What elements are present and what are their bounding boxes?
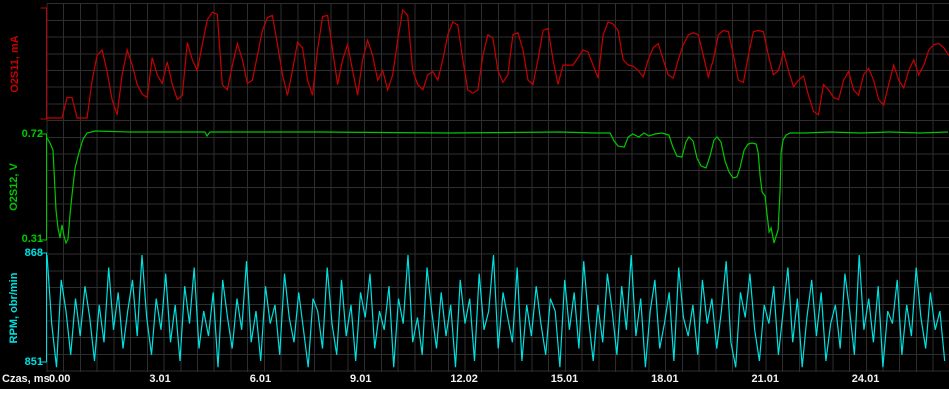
ytick-rpm-min: 851: [0, 356, 43, 368]
x-tick-label: 21.01: [751, 373, 779, 385]
x-tick-label: 24.01: [852, 373, 880, 385]
scope-window: { "window": { "background": "#000000", "…: [0, 0, 949, 400]
series-o2s11: [41, 8, 949, 119]
x-axis-title: Czas, ms: [2, 373, 50, 385]
footer-strip: [0, 389, 949, 400]
x-tick-label: 3.01: [149, 373, 170, 385]
series-rpm: [41, 253, 945, 367]
plot-canvas[interactable]: [0, 0, 949, 389]
x-tick-label: 12.02: [450, 373, 478, 385]
ytick-o2s12-max: 0.72: [0, 128, 43, 140]
trace: [47, 10, 949, 118]
y-axis: [41, 8, 47, 119]
x-tick-label: 0.00: [49, 373, 70, 385]
y-axis: [41, 134, 47, 240]
x-tick-label: 18.01: [651, 373, 679, 385]
ytick-rpm-max: 868: [0, 247, 43, 259]
x-tick-label: 6.01: [250, 373, 271, 385]
ytick-o2s12-min: 0.31: [0, 233, 43, 245]
trace: [47, 255, 945, 367]
channel-label-rpm: RPM, obr/min: [8, 273, 20, 344]
channel-label-o2s11: O2S11, mA: [9, 35, 21, 92]
y-axis: [41, 253, 47, 362]
x-tick-label: 15.01: [551, 373, 579, 385]
channel-label-o2s12: O2S12, V: [8, 163, 20, 211]
x-tick-label: 9.01: [350, 373, 371, 385]
